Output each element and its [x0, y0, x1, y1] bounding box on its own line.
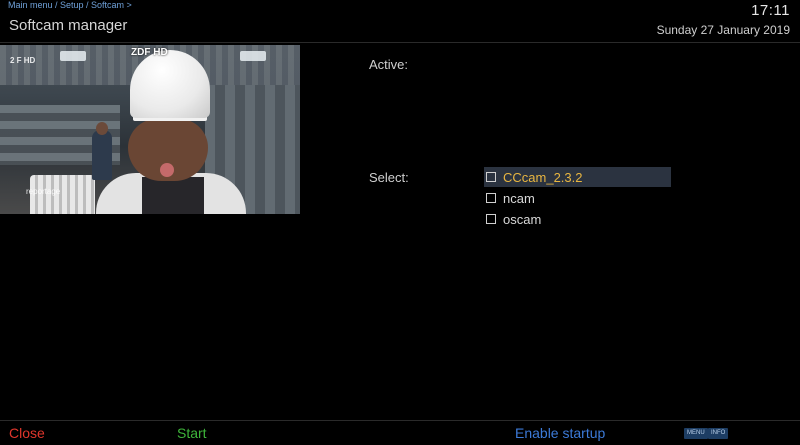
breadcrumb: Main menu / Setup / Softcam >	[8, 0, 132, 10]
header-divider	[0, 42, 800, 43]
enable-startup-button[interactable]: Enable startup	[515, 425, 605, 441]
close-button[interactable]: Close	[9, 425, 45, 441]
option-label: oscam	[503, 211, 542, 227]
ceiling-light	[240, 51, 266, 61]
option-label: ncam	[503, 190, 535, 206]
video-preview: 2 F HD ZDF HD reportage	[0, 45, 300, 214]
checkbox-icon[interactable]	[486, 193, 496, 203]
active-label: Active:	[369, 57, 409, 72]
program-logo: reportage	[26, 187, 61, 196]
softcam-option-oscam[interactable]: oscam	[484, 209, 671, 229]
start-button[interactable]: Start	[177, 425, 207, 441]
select-label: Select:	[369, 170, 409, 185]
footer-divider	[0, 420, 800, 421]
station-logo: 2 F HD	[10, 56, 36, 65]
ceiling-light	[60, 51, 86, 61]
chef-tongue	[160, 163, 174, 177]
menu-key-icon[interactable]: MENU	[684, 428, 708, 439]
chef-apron	[142, 177, 204, 214]
softcam-option-ncam[interactable]: ncam	[484, 188, 671, 208]
info-key-icon[interactable]: INFO	[708, 428, 729, 439]
page-title: Softcam manager	[9, 17, 128, 34]
softcam-option-cccam[interactable]: CCcam_2.3.2	[484, 167, 671, 187]
checkbox-icon[interactable]	[486, 172, 496, 182]
date: Sunday 27 January 2019	[656, 23, 790, 37]
option-label: CCcam_2.3.2	[503, 169, 583, 185]
background-worker	[92, 130, 112, 180]
clock: 17:11	[751, 2, 790, 19]
background-worker-head	[96, 122, 108, 135]
checkbox-icon[interactable]	[486, 214, 496, 224]
channel-name: ZDF HD	[131, 47, 168, 58]
